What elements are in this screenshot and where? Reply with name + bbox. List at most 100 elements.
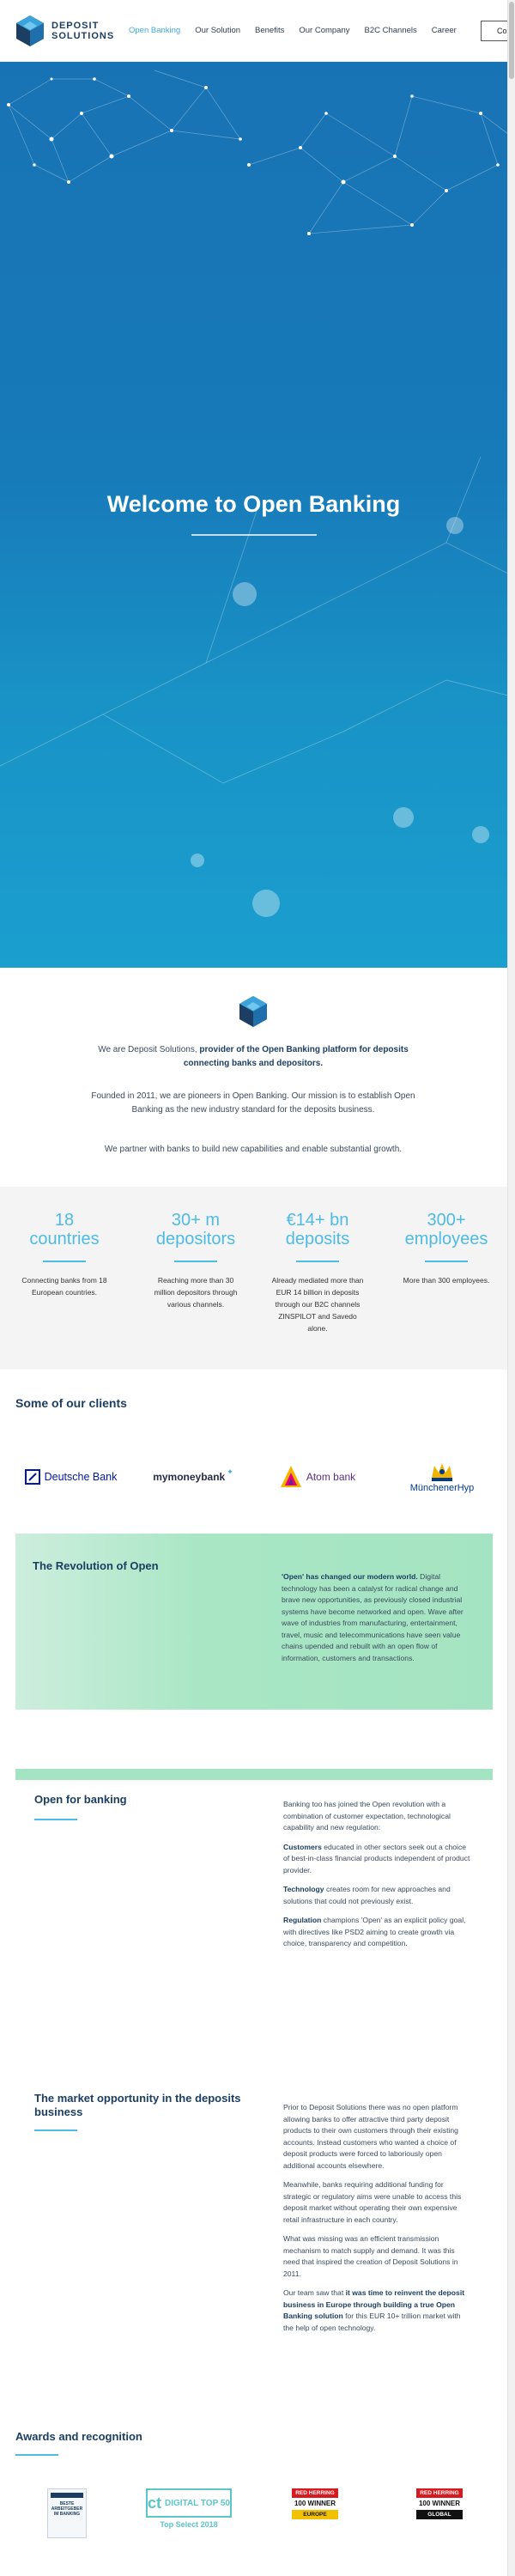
nav-item-benefits[interactable]: Benefits — [255, 26, 284, 35]
crown-icon — [432, 1463, 452, 1481]
intro-paragraph-3: We partner with banks to build new capab… — [104, 1145, 403, 1154]
stat-divider — [296, 1261, 339, 1262]
open-banking-text: Banking too has joined the Open revoluti… — [283, 1799, 472, 1958]
stat-unit: employees — [404, 1230, 488, 1249]
market-p3: What was missing was an efficient transm… — [283, 2234, 458, 2278]
stat-depositors: 30+ m depositors Reaching more than 30 m… — [140, 1211, 251, 1310]
open-banking-technology: Technology creates room for new approach… — [283, 1884, 472, 1907]
award-label: RED HERRING — [292, 2488, 338, 2498]
hexagon-icon — [239, 996, 267, 1027]
stat-countries: 18 countries Connecting banks from 18 Eu… — [9, 1211, 120, 1298]
award-badge: BESTE ARBEITGEBER IM BANKING — [47, 2488, 87, 2538]
revolution-body: Digital technology has been a catalyst f… — [282, 1572, 464, 1662]
awards-title: Awards and recognition — [15, 2430, 142, 2443]
open-banking-intro: Banking too has joined the Open revoluti… — [283, 1800, 451, 1832]
ct-logo-icon: ct — [148, 2494, 162, 2512]
page-scrollbar[interactable] — [507, 0, 515, 2576]
revolution-section: The Revolution of Open 'Open' has change… — [15, 1534, 493, 1710]
stat-unit: deposits — [285, 1230, 350, 1249]
stat-number: 300+ — [427, 1211, 466, 1230]
client-logo-deutsche-bank: Deutsche Bank — [17, 1455, 124, 1498]
stat-description: More than 300 employees. — [403, 1276, 490, 1285]
award-red-herring-europe: RED HERRING 100 WINNER EUROPE — [292, 2488, 338, 2538]
scrollbar-thumb[interactable] — [509, 2, 514, 79]
client-name: Atom bank — [306, 1471, 356, 1483]
atom-icon — [280, 1466, 301, 1487]
deutsche-bank-icon — [24, 1469, 40, 1485]
stat-description: Connecting banks from 18 European countr… — [21, 1276, 107, 1297]
site-header: DEPOSIT SOLUTIONS Open Banking Our Solut… — [0, 0, 515, 62]
award-badge: ct DIGITAL TOP 50 — [146, 2488, 232, 2518]
intro-paragraph-2: Founded in 2011, we are pioneers in Open… — [91, 1091, 415, 1115]
client-logo-mymoneybank: mymoneybank ✦ — [150, 1455, 236, 1498]
stat-unit: depositors — [155, 1230, 236, 1249]
award-region: GLOBAL — [416, 2510, 463, 2519]
stat-employees: 300+ employees More than 300 employees. — [391, 1211, 502, 1286]
hero-divider — [191, 534, 317, 536]
awards-divider — [15, 2454, 58, 2456]
stat-number: €14+ bn — [286, 1211, 349, 1230]
revolution-bold: 'Open' has changed our modern world. — [282, 1572, 418, 1581]
stat-description: Already mediated more than EUR 14 billio… — [271, 1276, 364, 1333]
intro-section: We are Deposit Solutions, provider of th… — [0, 968, 507, 1187]
technology-label: Technology — [283, 1885, 324, 1893]
client-name: MünchenerHyp — [409, 1483, 475, 1493]
client-logo-muenchenerhyp: MünchenerHyp — [395, 1455, 489, 1498]
section-accent-bar — [15, 1769, 493, 1780]
award-label: BESTE ARBEITGEBER IM BANKING — [51, 2501, 83, 2517]
client-name: mymoneybank — [153, 1471, 226, 1483]
brand-logo[interactable]: DEPOSIT SOLUTIONS — [15, 15, 127, 47]
open-banking-customers: Customers educated in other sectors seek… — [283, 1842, 472, 1877]
market-p4: Our team saw that it was time to reinven… — [283, 2287, 472, 2334]
market-text: Prior to Deposit Solutions there was no … — [283, 2102, 472, 2342]
open-banking-title: Open for banking — [34, 1793, 127, 1806]
nav-item-career[interactable]: Career — [432, 26, 457, 35]
award-sub: Top Select 2018 — [160, 2520, 218, 2529]
market-p4-text: Our team saw that — [283, 2288, 346, 2297]
award-red-herring-global: RED HERRING 100 WINNER GLOBAL — [416, 2488, 463, 2538]
award-label: DIGITAL TOP 50 — [165, 2498, 230, 2508]
stats-section: 18 countries Connecting banks from 18 Eu… — [0, 1187, 507, 1370]
nav-item-open-banking[interactable]: Open Banking — [129, 26, 180, 35]
award-region: EUROPE — [292, 2510, 338, 2519]
revolution-title: The Revolution of Open — [33, 1559, 159, 1572]
market-title: The market opportunity in the deposits b… — [34, 2092, 241, 2118]
nav-item-our-company[interactable]: Our Company — [299, 26, 349, 35]
award-label: RED HERRING — [416, 2488, 463, 2498]
award-digital-top-50: ct DIGITAL TOP 50 Top Select 2018 — [146, 2488, 232, 2529]
hero-title: Welcome to Open Banking — [106, 491, 401, 517]
stat-unit: countries — [29, 1230, 100, 1249]
badge-stripe — [51, 2493, 83, 2498]
nav-item-our-solution[interactable]: Our Solution — [195, 26, 240, 35]
award-sub: 100 WINNER — [294, 2500, 336, 2507]
award-beste-arbeitgeber: BESTE ARBEITGEBER IM BANKING — [47, 2488, 87, 2538]
main-nav: Open Banking Our Solution Benefits Our C… — [129, 26, 471, 35]
nav-item-b2c-channels[interactable]: B2C Channels — [365, 26, 417, 35]
hero-section: Welcome to Open Banking — [0, 62, 507, 968]
customers-label: Customers — [283, 1842, 322, 1851]
client-name: Deutsche Bank — [44, 1471, 118, 1483]
market-p2: Meanwhile, banks requiring additional fu… — [283, 2180, 462, 2224]
stat-divider — [425, 1261, 468, 1262]
award-sub: 100 WINNER — [418, 2500, 460, 2507]
stat-number: 30+ m — [171, 1211, 221, 1230]
stat-number: 18 — [54, 1211, 75, 1230]
hexagon-logo-icon — [16, 15, 44, 46]
clients-title: Some of our clients — [15, 1396, 127, 1410]
intro-paragraph-1: We are Deposit Solutions, provider of th… — [77, 1043, 429, 1071]
stat-deposits: €14+ bn deposits Already mediated more t… — [262, 1211, 373, 1334]
open-banking-regulation: Regulation champions 'Open' as an explic… — [283, 1915, 472, 1950]
brand-line-2: SOLUTIONS — [52, 30, 115, 41]
stat-divider — [43, 1261, 86, 1262]
award-badge: RED HERRING 100 WINNER GLOBAL — [416, 2488, 463, 2538]
brand-line-1: DEPOSIT — [52, 20, 100, 31]
market-p1: Prior to Deposit Solutions there was no … — [283, 2103, 458, 2170]
intro-p1-bold: provider of the Open Banking platform fo… — [183, 1045, 409, 1068]
client-logo-atom-bank: Atom bank — [270, 1455, 365, 1498]
stat-divider — [174, 1261, 217, 1262]
sparkle-icon: ✦ — [227, 1467, 233, 1476]
regulation-label: Regulation — [283, 1916, 322, 1924]
open-banking-divider — [34, 1819, 77, 1820]
revolution-text: 'Open' has changed our modern world. Dig… — [282, 1571, 467, 1664]
stat-description: Reaching more than 30 million depositors… — [154, 1276, 238, 1309]
